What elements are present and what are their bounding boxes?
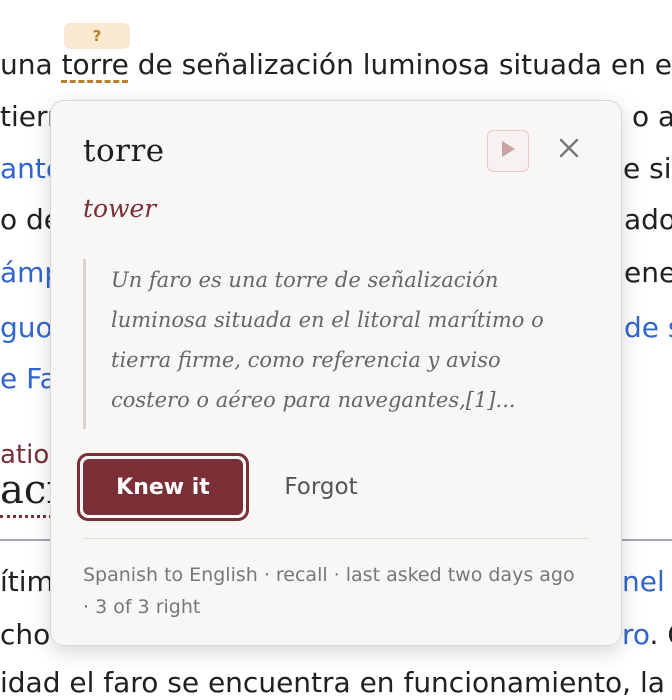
- article-text: de señalización luminosa situada en e: [128, 48, 672, 81]
- highlighted-word[interactable]: torre: [62, 48, 129, 81]
- article-text: . C: [649, 618, 672, 651]
- article-link[interactable]: de s: [624, 311, 672, 345]
- quote-text: Un faro es una torre de señalización lum…: [111, 268, 544, 412]
- close-button[interactable]: [554, 135, 584, 165]
- article-text: ado: [624, 203, 672, 236]
- article-line: una torre de señalización luminosa situa…: [0, 48, 672, 82]
- article-text: e sir: [623, 152, 672, 185]
- card-translation: tower: [83, 194, 157, 223]
- article-link[interactable]: guo: [0, 311, 53, 345]
- dotted-underline: [0, 515, 52, 518]
- knew-it-button[interactable]: Knew it: [77, 453, 249, 521]
- article-line: o a: [632, 100, 672, 134]
- close-icon: [559, 138, 579, 162]
- forgot-button[interactable]: Forgot: [261, 453, 381, 521]
- article-line: idad el faro se encuentra en funcionamie…: [0, 666, 665, 700]
- article-line: ado: [624, 203, 672, 237]
- article-text: una: [0, 48, 62, 81]
- context-quote: Un faro es una torre de señalización lum…: [83, 259, 583, 429]
- question-badge[interactable]: ?: [64, 23, 130, 49]
- article-link[interactable]: nel c: [622, 565, 672, 599]
- knew-it-label: Knew it: [83, 459, 243, 515]
- play-audio-button[interactable]: [487, 130, 529, 172]
- article-text: cho: [0, 618, 51, 651]
- article-link[interactable]: ro: [622, 618, 650, 651]
- article-line: e sir: [623, 152, 672, 186]
- card-word: torre: [83, 133, 165, 169]
- article-text: ene: [624, 256, 672, 289]
- flashcard-popup: torre tower Un faro es una torre de seña…: [50, 100, 622, 646]
- article-link[interactable]: e Fa: [0, 362, 57, 396]
- play-icon: [500, 140, 516, 162]
- article-line: ene: [624, 256, 672, 290]
- article-line: ro. C: [622, 618, 672, 652]
- card-meta: Spanish to English · recall · last asked…: [83, 564, 575, 618]
- card-divider: [83, 538, 589, 539]
- article-text: o a: [632, 100, 672, 133]
- article-text: idad el faro se encuentra en funcionamie…: [0, 666, 665, 699]
- article-line: cho: [0, 618, 50, 652]
